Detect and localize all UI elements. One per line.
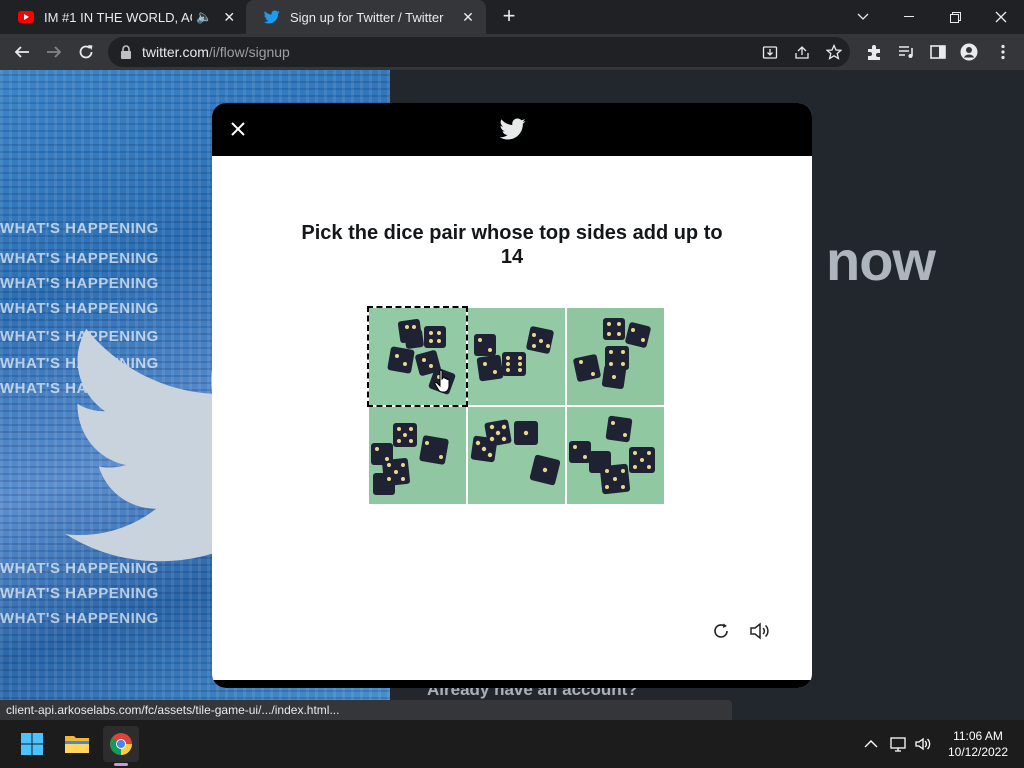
tab-close-icon[interactable]: ✕ xyxy=(220,7,238,27)
tab-search-icon[interactable] xyxy=(840,0,886,34)
url-text: twitter.com/i/flow/signup xyxy=(142,44,290,60)
new-tab-button[interactable]: + xyxy=(498,5,520,28)
address-bar[interactable]: twitter.com/i/flow/signup xyxy=(108,37,850,67)
minimize-button[interactable] xyxy=(886,0,932,34)
browser-toolbar: twitter.com/i/flow/signup xyxy=(0,34,1024,70)
share-icon[interactable] xyxy=(794,44,810,60)
chevron-up-icon[interactable] xyxy=(862,735,880,753)
audio-icon[interactable] xyxy=(748,619,772,643)
modal-header xyxy=(212,103,812,156)
network-icon[interactable] xyxy=(889,735,907,753)
captcha-prompt: Pick the dice pair whose top sides add u… xyxy=(301,222,723,268)
clock[interactable]: 11:06 AM 10/12/2022 xyxy=(938,728,1018,760)
status-url-bubble: client-api.arkoselabs.com/fc/assets/tile… xyxy=(0,700,732,720)
reload-button[interactable] xyxy=(72,38,100,66)
hand-cursor-icon xyxy=(434,369,450,393)
side-panel-icon[interactable] xyxy=(929,43,947,61)
twitter-logo-icon xyxy=(499,118,526,140)
url-domain: twitter.com xyxy=(142,44,209,60)
forward-button[interactable] xyxy=(40,38,68,66)
dice-tile-4[interactable] xyxy=(369,407,466,504)
dice-image xyxy=(468,308,565,405)
close-window-button[interactable] xyxy=(978,0,1024,34)
bookmark-star-icon[interactable] xyxy=(826,44,842,60)
dice-image xyxy=(369,407,466,504)
dice-image xyxy=(567,308,664,405)
tab-title: IM #1 IN THE WORLD, AGAI xyxy=(44,9,192,25)
url-path: /i/flow/signup xyxy=(208,44,290,60)
back-button[interactable] xyxy=(8,38,36,66)
dice-tile-grid xyxy=(367,306,665,504)
dice-image xyxy=(468,407,565,504)
dice-tile-6[interactable] xyxy=(567,407,664,504)
dice-tile-5[interactable] xyxy=(468,407,565,504)
profile-avatar-icon[interactable] xyxy=(960,43,978,61)
extensions-icon[interactable] xyxy=(865,43,883,61)
youtube-icon xyxy=(18,11,34,23)
tab-close-icon[interactable]: ✕ xyxy=(458,7,478,27)
clock-date: 10/12/2022 xyxy=(947,745,1009,759)
twitter-icon xyxy=(264,10,280,24)
windows-taskbar: 11:06 AM 10/12/2022 xyxy=(0,720,1024,768)
tab-audio-icon[interactable]: 🔈 xyxy=(196,9,212,25)
tab-youtube[interactable]: IM #1 IN THE WORLD, AGAI 🔈 ✕ xyxy=(0,0,246,34)
modal-bottom-edge xyxy=(212,680,812,688)
volume-icon[interactable] xyxy=(914,735,932,753)
tab-title: Sign up for Twitter / Twitter xyxy=(290,9,444,25)
restore-button[interactable] xyxy=(932,0,978,34)
page-content: WHAT'S HAPPENING WHAT'S HAPPENING WHAT'S… xyxy=(0,70,1024,720)
lock-icon xyxy=(121,45,131,59)
media-control-icon[interactable] xyxy=(897,43,915,61)
active-app-indicator xyxy=(114,763,128,766)
chrome-icon[interactable] xyxy=(103,726,139,762)
reload-icon[interactable] xyxy=(709,619,733,643)
dice-tile-2[interactable] xyxy=(468,308,565,405)
tab-strip: IM #1 IN THE WORLD, AGAI 🔈 ✕ Sign up for… xyxy=(0,0,1024,34)
clock-time: 11:06 AM xyxy=(953,729,1003,743)
dice-tile-3[interactable] xyxy=(567,308,664,405)
menu-kebab-icon[interactable] xyxy=(994,43,1012,61)
dice-image xyxy=(567,407,664,504)
install-icon[interactable] xyxy=(762,44,778,60)
tab-twitter[interactable]: Sign up for Twitter / Twitter ✕ xyxy=(246,0,486,34)
file-explorer-icon[interactable] xyxy=(59,726,95,762)
headline-fragment: now xyxy=(826,229,936,292)
windows-start-icon[interactable] xyxy=(14,726,50,762)
close-icon[interactable] xyxy=(226,117,250,141)
captcha-modal: Pick the dice pair whose top sides add u… xyxy=(212,103,812,688)
